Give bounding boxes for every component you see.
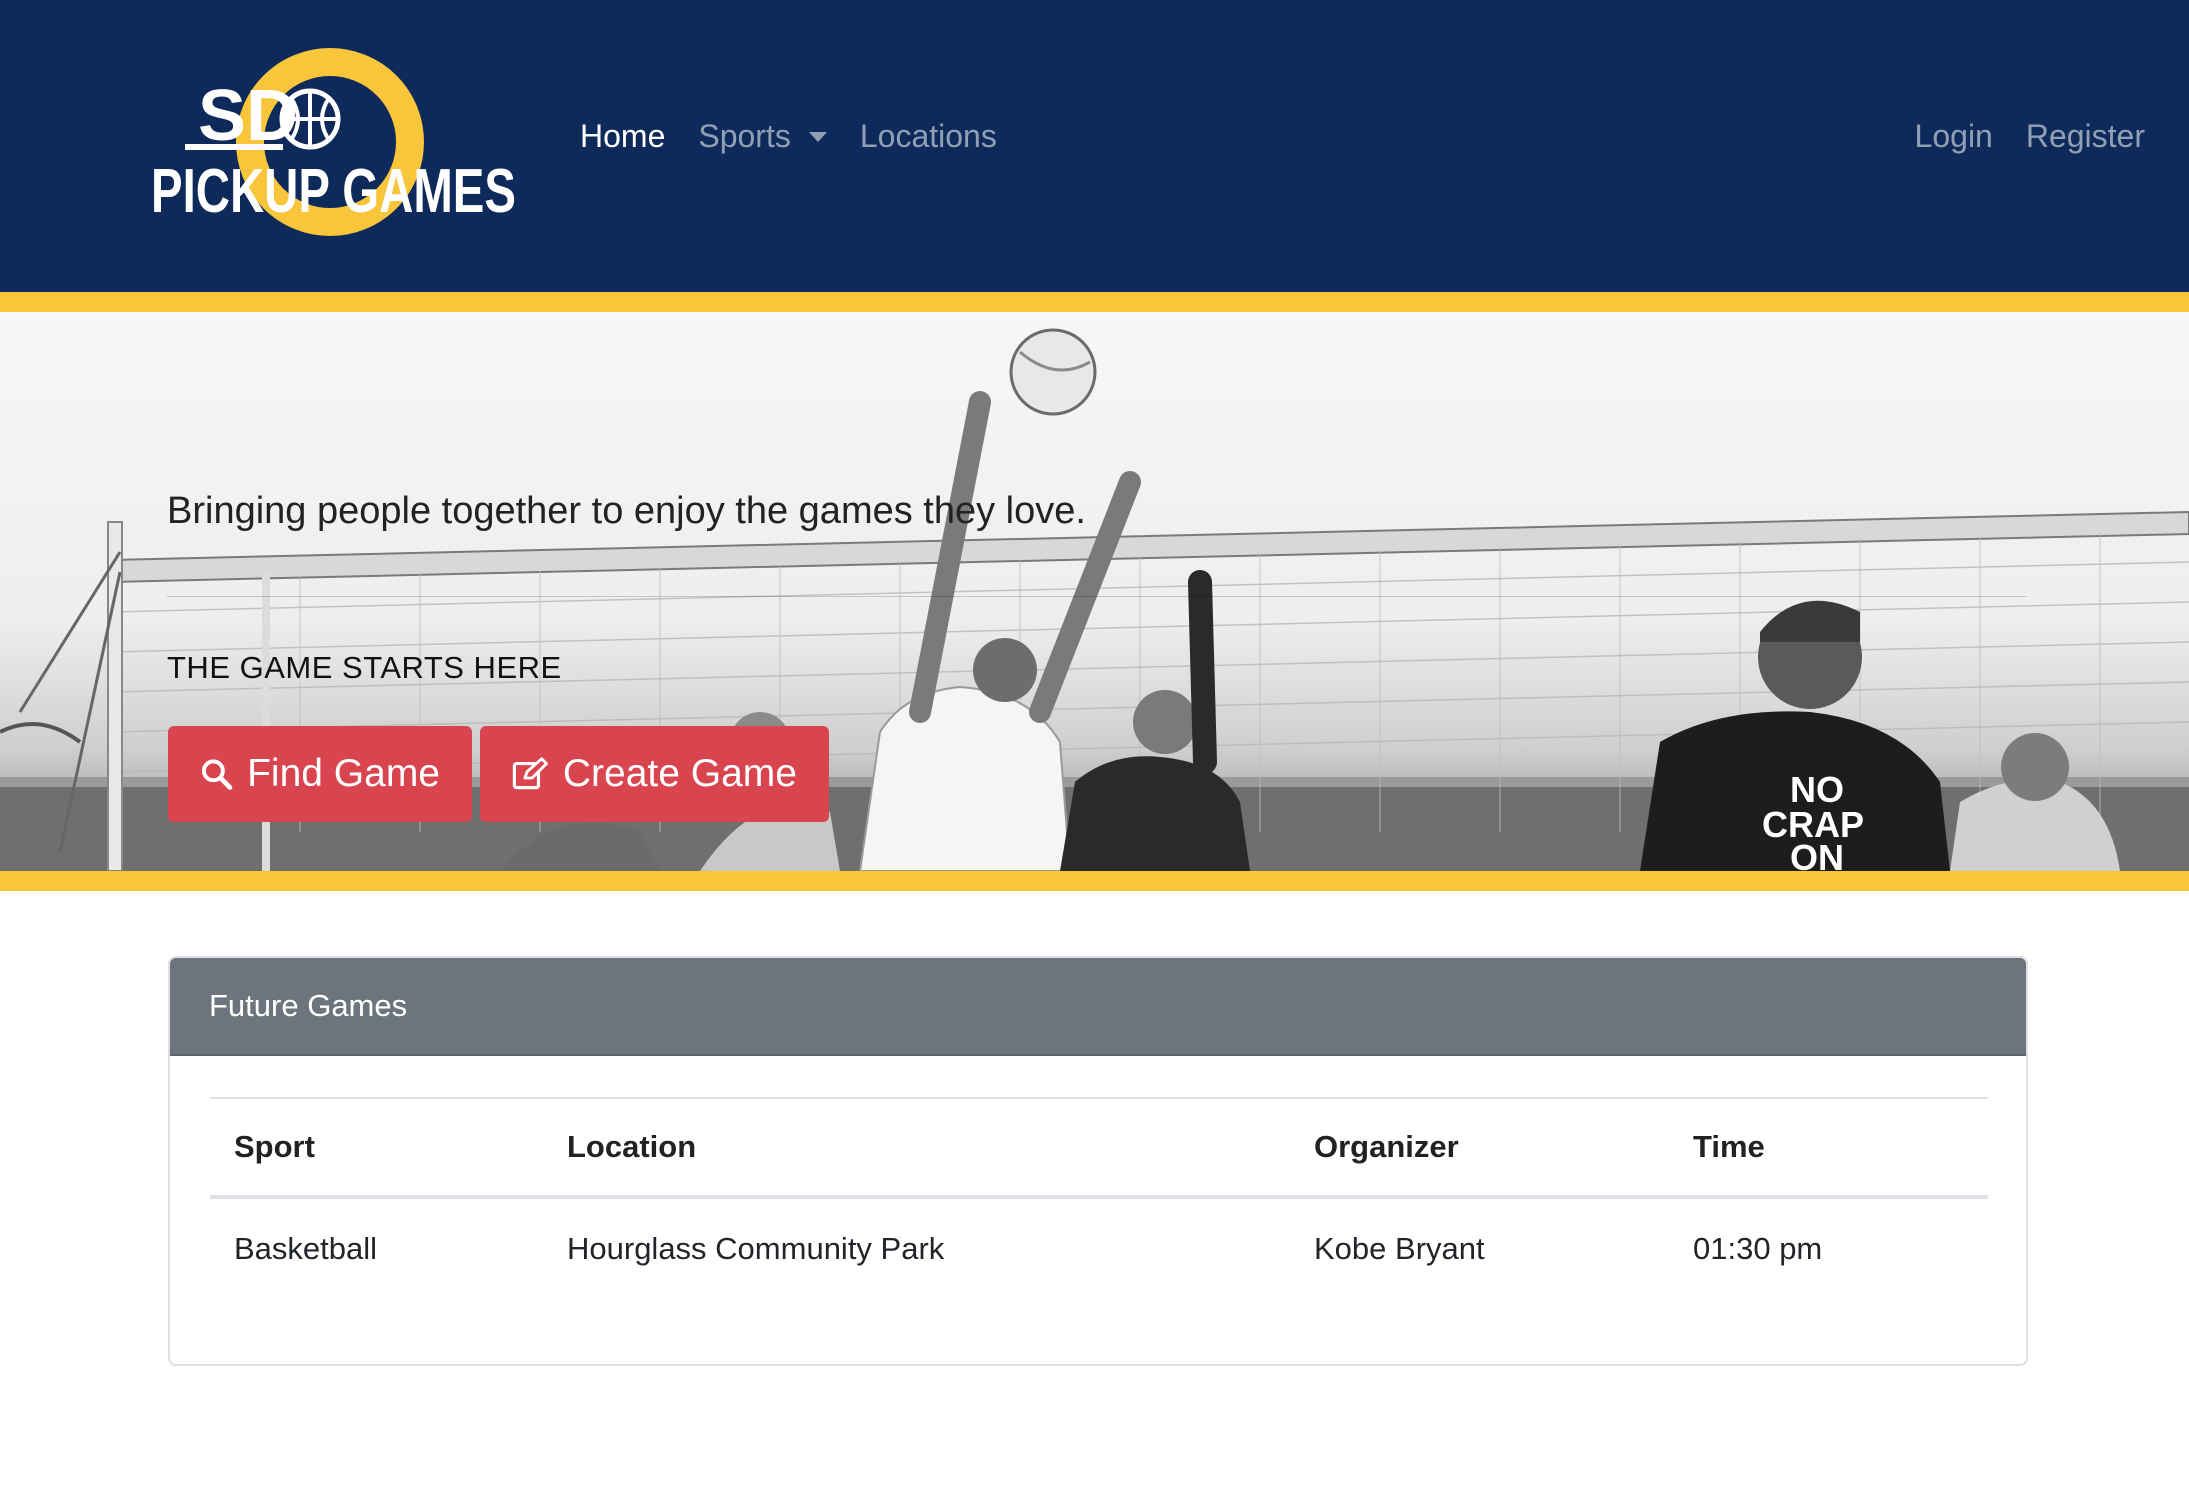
hero-lead-text: THE GAME STARTS HERE bbox=[167, 650, 562, 685]
future-games-header: Future Games bbox=[170, 958, 2026, 1056]
cell-time: 01:30 pm bbox=[1693, 1231, 1823, 1266]
hero-divider bbox=[167, 596, 2027, 597]
nav-sports-dropdown[interactable]: Sports bbox=[698, 118, 827, 155]
future-games-table: Sport Location Organizer Time Basketball… bbox=[210, 1097, 1988, 1299]
table-row[interactable]: Basketball Hourglass Community Park Kobe… bbox=[210, 1199, 1988, 1299]
cell-sport: Basketball bbox=[234, 1231, 378, 1266]
main-nav: Home Sports Locations bbox=[580, 118, 1030, 155]
cell-organizer: Kobe Bryant bbox=[1314, 1231, 1485, 1266]
chevron-down-icon bbox=[808, 131, 827, 142]
find-game-button[interactable]: Find Game bbox=[168, 726, 472, 822]
site-logo[interactable]: SD PICKUP GAMES bbox=[145, 42, 525, 242]
create-game-label: Create Game bbox=[562, 752, 797, 795]
column-header-sport[interactable]: Sport bbox=[234, 1099, 315, 1195]
search-icon bbox=[201, 759, 233, 790]
nav-sports-label: Sports bbox=[698, 118, 791, 154]
hero-bottom-stripe bbox=[0, 871, 2189, 891]
future-games-card: Future Games Sport Location Organizer Ti… bbox=[168, 956, 2028, 1366]
hero-tagline: Bringing people together to enjoy the ga… bbox=[167, 490, 1086, 532]
nav-login[interactable]: Login bbox=[1915, 118, 1993, 155]
edit-icon bbox=[512, 757, 548, 790]
column-header-time[interactable]: Time bbox=[1693, 1099, 1765, 1195]
logo-text-pickup-games: PICKUP GAMES bbox=[151, 157, 516, 226]
column-header-organizer[interactable]: Organizer bbox=[1314, 1099, 1459, 1195]
hero-top-stripe bbox=[0, 292, 2189, 312]
hero-banner: NO CRAP ON Bringing people together to e… bbox=[0, 312, 2189, 871]
nav-register[interactable]: Register bbox=[2026, 118, 2145, 155]
nav-locations[interactable]: Locations bbox=[860, 118, 997, 155]
find-game-label: Find Game bbox=[247, 752, 440, 795]
table-header-row: Sport Location Organizer Time bbox=[210, 1099, 1988, 1199]
cell-location: Hourglass Community Park bbox=[567, 1231, 945, 1266]
svg-text:ON: ON bbox=[1790, 837, 1844, 871]
auth-nav: Login Register bbox=[1882, 118, 2145, 155]
logo-graphic: SD PICKUP GAMES bbox=[151, 48, 516, 236]
create-game-button[interactable]: Create Game bbox=[480, 726, 829, 822]
nav-home[interactable]: Home bbox=[580, 118, 665, 155]
column-header-location[interactable]: Location bbox=[567, 1099, 696, 1195]
top-navbar: SD PICKUP GAMES Home Sports Locations Lo… bbox=[0, 0, 2189, 292]
